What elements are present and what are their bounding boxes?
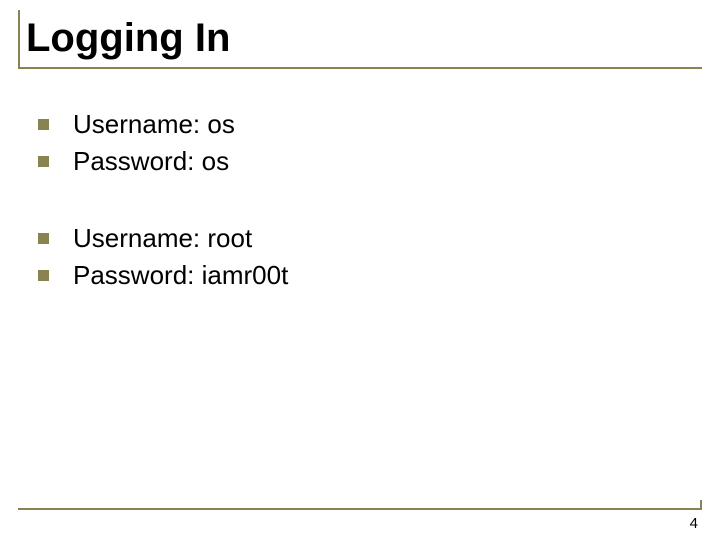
list-item: Password: iamr00t: [38, 260, 702, 291]
list-item: Username: root: [38, 223, 702, 254]
list-item-text: Username: os: [73, 109, 235, 140]
slide-title: Logging In: [20, 16, 702, 61]
square-bullet-icon: [38, 233, 49, 244]
list-item-text: Username: root: [73, 223, 252, 254]
list-item-text: Password: iamr00t: [73, 260, 288, 291]
title-container: Logging In: [18, 10, 702, 69]
bullet-group: Username: os Password: os: [38, 109, 702, 177]
list-item: Username: os: [38, 109, 702, 140]
bullet-group: Username: root Password: iamr00t: [38, 223, 702, 291]
square-bullet-icon: [38, 156, 49, 167]
list-item-text: Password: os: [73, 146, 229, 177]
square-bullet-icon: [38, 119, 49, 130]
content-area: Username: os Password: os Username: root…: [18, 69, 702, 291]
slide: Logging In Username: os Password: os Use…: [18, 10, 702, 510]
list-item: Password: os: [38, 146, 702, 177]
bottom-border: [18, 508, 702, 510]
square-bullet-icon: [38, 270, 49, 281]
page-number: 4: [690, 515, 698, 532]
